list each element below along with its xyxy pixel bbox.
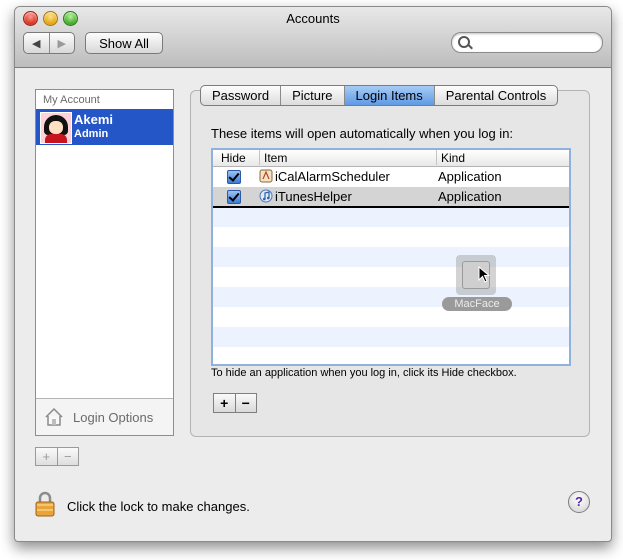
empty-row bbox=[213, 287, 569, 307]
avatar bbox=[40, 112, 72, 144]
add-account-button[interactable]: + bbox=[36, 448, 57, 465]
table-header: Hide Item Kind bbox=[213, 150, 569, 167]
back-forward-control: ◀ ▶ bbox=[23, 32, 75, 54]
house-icon bbox=[45, 407, 63, 426]
account-item-akemi[interactable]: Akemi Admin bbox=[36, 109, 173, 145]
tab-password[interactable]: Password bbox=[201, 86, 280, 105]
login-options-label: Login Options bbox=[73, 410, 154, 425]
tab-parental-controls[interactable]: Parental Controls bbox=[433, 86, 557, 105]
empty-row bbox=[213, 327, 569, 347]
search-icon bbox=[458, 36, 470, 48]
login-items-intro: These items will open automatically when… bbox=[211, 126, 514, 141]
login-items-add-remove: + − bbox=[213, 393, 257, 413]
account-list: My Account Akemi Admin Login Options bbox=[35, 89, 174, 436]
itunes-helper-icon bbox=[259, 189, 273, 203]
table-row[interactable]: iCalAlarmScheduler Application bbox=[213, 167, 569, 187]
toolbar: Accounts ◀ ▶ Show All bbox=[15, 7, 611, 68]
column-header-item[interactable]: Item bbox=[259, 150, 287, 165]
login-items-table[interactable]: Hide Item Kind iCalAlarmScheduler Applic… bbox=[211, 148, 571, 366]
lock-message: Click the lock to make changes. bbox=[67, 499, 250, 514]
column-header-hide[interactable]: Hide bbox=[221, 151, 246, 165]
hide-checkbox[interactable] bbox=[227, 170, 241, 184]
remove-account-button[interactable]: − bbox=[56, 448, 79, 465]
empty-row bbox=[213, 247, 569, 267]
item-kind: Application bbox=[438, 189, 502, 204]
login-options-item[interactable]: Login Options bbox=[36, 398, 173, 435]
tab-picture[interactable]: Picture bbox=[280, 86, 343, 105]
accounts-window: Accounts ◀ ▶ Show All My Account Akemi A… bbox=[14, 6, 612, 542]
item-name: iTunesHelper bbox=[275, 189, 352, 204]
account-name: Akemi bbox=[74, 112, 114, 127]
tab-bar: Password Picture Login Items Parental Co… bbox=[200, 85, 559, 106]
tab-login-items[interactable]: Login Items bbox=[343, 86, 434, 105]
item-name: iCalAlarmScheduler bbox=[275, 169, 390, 184]
back-button[interactable]: ◀ bbox=[24, 33, 49, 53]
account-add-remove: + − bbox=[35, 447, 79, 466]
cursor-icon bbox=[478, 266, 491, 283]
item-kind: Application bbox=[438, 169, 502, 184]
table-row[interactable]: iTunesHelper Application bbox=[213, 187, 569, 208]
show-all-button[interactable]: Show All bbox=[85, 32, 163, 54]
account-section-label: My Account bbox=[43, 94, 100, 106]
lock-icon[interactable] bbox=[35, 491, 55, 517]
remove-item-button[interactable]: − bbox=[234, 394, 257, 412]
search-input[interactable] bbox=[451, 32, 603, 53]
account-role: Admin bbox=[74, 128, 109, 140]
column-header-kind[interactable]: Kind bbox=[436, 150, 465, 165]
help-button[interactable]: ? bbox=[568, 491, 590, 513]
ical-alarm-icon bbox=[259, 169, 273, 183]
forward-button[interactable]: ▶ bbox=[48, 33, 75, 53]
window-title: Accounts bbox=[286, 11, 340, 26]
hide-checkbox[interactable] bbox=[227, 190, 241, 204]
add-item-button[interactable]: + bbox=[214, 394, 235, 412]
hide-hint: To hide an application when you log in, … bbox=[211, 367, 517, 379]
empty-row bbox=[213, 207, 569, 227]
dragged-app-label: MacFace bbox=[442, 297, 512, 311]
